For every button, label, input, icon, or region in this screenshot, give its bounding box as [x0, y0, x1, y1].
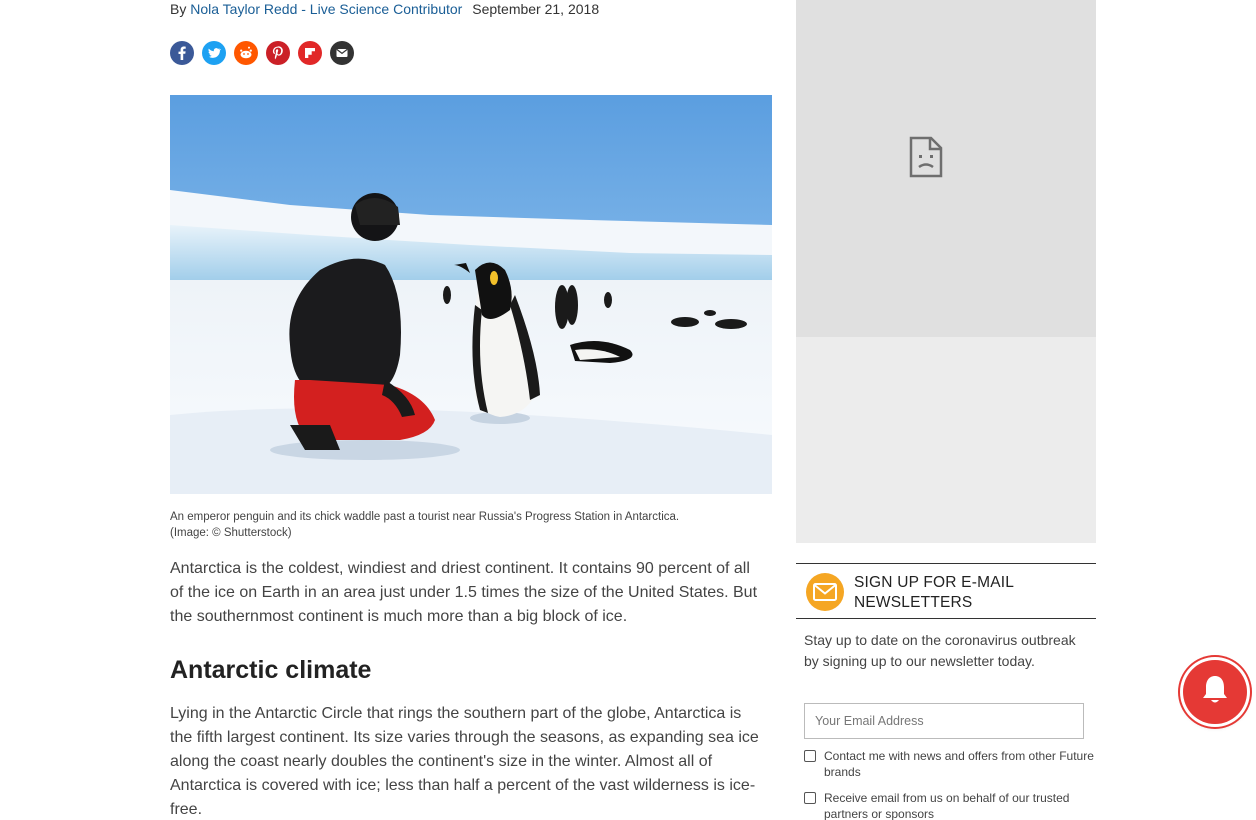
notification-bell-button[interactable]	[1183, 660, 1247, 724]
checkbox-future-brands[interactable]: Contact me with news and offers from oth…	[804, 748, 1094, 780]
twitter-icon[interactable]	[202, 41, 226, 65]
sidebar-ad-lower	[796, 337, 1096, 543]
section-paragraph: Lying in the Antarctic Circle that rings…	[170, 705, 759, 818]
checkbox-label: Contact me with news and offers from oth…	[824, 749, 1094, 779]
image-caption: An emperor penguin and its chick waddle …	[170, 509, 772, 541]
broken-image-icon	[909, 136, 943, 183]
sidebar-ad[interactable]	[796, 0, 1096, 337]
byline-prefix: By	[170, 1, 187, 17]
email-field[interactable]	[804, 703, 1084, 739]
pinterest-icon[interactable]	[266, 41, 290, 65]
hero-image	[170, 95, 772, 494]
email-icon[interactable]	[330, 41, 354, 65]
reddit-icon[interactable]	[234, 41, 258, 65]
newsletter-description: Stay up to date on the coronavirus outbr…	[804, 632, 1076, 669]
caption-text: An emperor penguin and its chick waddle …	[170, 511, 680, 523]
caption-credit: (Image: © Shutterstock)	[170, 527, 292, 539]
checkbox[interactable]	[804, 792, 816, 804]
byline: By Nola Taylor Redd - Live Science Contr…	[170, 0, 599, 18]
newsletter-header: SIGN UP FOR E-MAIL NEWSLETTERS	[796, 563, 1096, 619]
newsletter-title: SIGN UP FOR E-MAIL NEWSLETTERS	[854, 574, 1014, 611]
envelope-icon	[806, 573, 844, 611]
article-page: By Nola Taylor Redd - Live Science Contr…	[0, 0, 1256, 820]
share-bar	[170, 41, 354, 65]
intro-paragraph: Antarctica is the coldest, windiest and …	[170, 560, 758, 625]
checkbox-label: Receive email from us on behalf of our t…	[824, 791, 1070, 820]
facebook-icon[interactable]	[170, 41, 194, 65]
checkbox-partners[interactable]: Receive email from us on behalf of our t…	[804, 790, 1094, 820]
checkbox[interactable]	[804, 750, 816, 762]
bell-icon	[1200, 673, 1230, 712]
flipboard-icon[interactable]	[298, 41, 322, 65]
publish-date: September 21, 2018	[472, 1, 600, 17]
section-heading: Antarctic climate	[170, 656, 372, 684]
author-link[interactable]: Nola Taylor Redd - Live Science Contribu…	[190, 1, 462, 17]
